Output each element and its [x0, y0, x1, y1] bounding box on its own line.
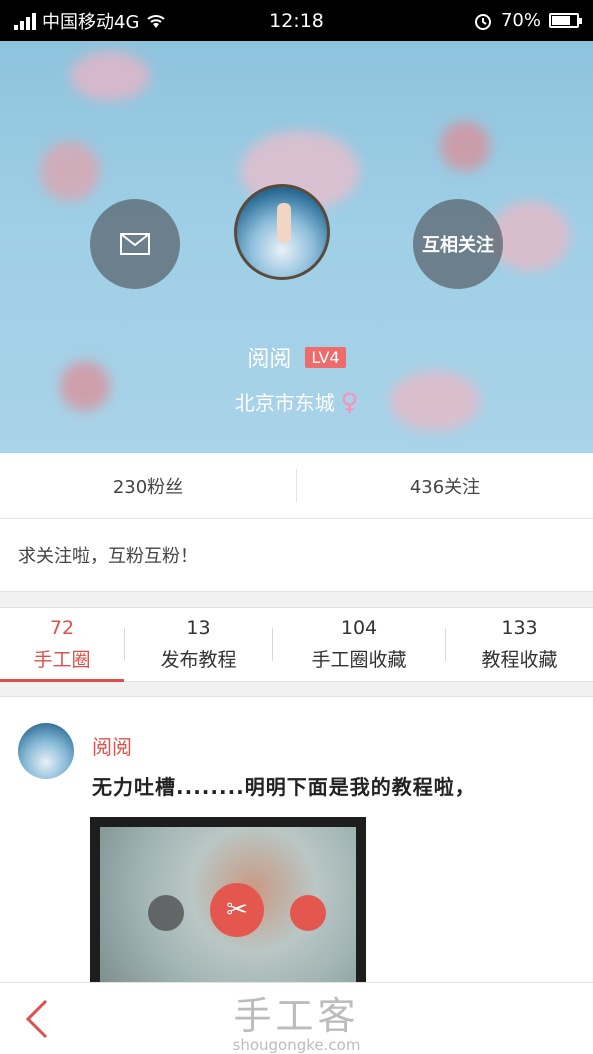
- envelope-icon: [148, 895, 184, 931]
- wifi-icon: [147, 14, 166, 28]
- message-button[interactable]: [90, 199, 180, 289]
- following-count[interactable]: 436关注: [297, 453, 593, 518]
- post-item[interactable]: 阅阅 无力吐槽........明明下面是我的教程啦， ✂: [0, 697, 593, 982]
- stats-bar: 230粉丝 436关注: [0, 453, 593, 519]
- profile-header: 互相关注 阅阅 LV4 北京市东城 ♀: [0, 41, 593, 453]
- background-decoration: [440, 121, 490, 171]
- tab-count: 13: [186, 617, 211, 639]
- background-decoration: [70, 51, 150, 101]
- tab-bar: 72 手工圈 13 发布教程 104 手工圈收藏 133 教程收藏: [0, 608, 593, 682]
- alarm-icon: [474, 13, 491, 30]
- envelope-icon: [120, 233, 150, 255]
- tab-craft-circle[interactable]: 72 手工圈: [0, 608, 124, 682]
- username: 阅阅: [247, 347, 292, 372]
- mutual-follow-label: 互相关注: [422, 235, 494, 256]
- watermark: 手工客 shougongke.com: [0, 983, 593, 1054]
- location: 北京市东城: [234, 391, 335, 415]
- fans-count[interactable]: 230粉丝: [0, 453, 296, 518]
- chevron-left-icon[interactable]: [20, 997, 54, 1041]
- bottom-bar: 手工客 shougongke.com: [0, 982, 593, 1054]
- tab-label: 教程收藏: [481, 649, 558, 671]
- post-avatar[interactable]: [18, 723, 74, 779]
- avatar[interactable]: [234, 184, 330, 280]
- background-decoration: [40, 141, 100, 201]
- section-divider: [0, 591, 593, 608]
- watermark-url: shougongke.com: [232, 1036, 361, 1054]
- tab-count: 133: [501, 617, 538, 639]
- scissors-icon: ✂: [210, 883, 264, 937]
- tab-label: 发布教程: [160, 649, 237, 671]
- tab-count: 72: [49, 617, 75, 639]
- female-icon: ♀: [340, 387, 359, 416]
- battery-percent: 70%: [500, 10, 541, 31]
- post-image[interactable]: ✂: [90, 817, 366, 982]
- signal-icon: [14, 12, 36, 30]
- bio-text: 求关注啦，互粉互粉！: [18, 546, 198, 567]
- level-badge: LV4: [305, 346, 346, 368]
- tab-tutorial-favorites[interactable]: 133 教程收藏: [446, 608, 593, 681]
- status-bar: 中国移动4G 12:18 70%: [0, 0, 593, 41]
- section-divider: [0, 682, 593, 697]
- battery-icon: [549, 13, 582, 28]
- tab-craft-circle-favorites[interactable]: 104 手工圈收藏: [273, 608, 445, 681]
- tab-label: 手工圈: [33, 649, 91, 671]
- mutual-follow-button[interactable]: 互相关注: [413, 199, 503, 289]
- tab-label: 手工圈收藏: [311, 649, 407, 671]
- carrier-label: 中国移动4G: [42, 11, 140, 33]
- post-author[interactable]: 阅阅: [92, 731, 132, 760]
- watermark-logo: 手工客: [233, 994, 360, 1038]
- post-text: 无力吐槽........明明下面是我的教程啦，: [92, 775, 476, 799]
- plus-icon: [290, 895, 326, 931]
- tab-count: 104: [340, 617, 378, 639]
- tab-published-tutorials[interactable]: 13 发布教程: [125, 608, 272, 681]
